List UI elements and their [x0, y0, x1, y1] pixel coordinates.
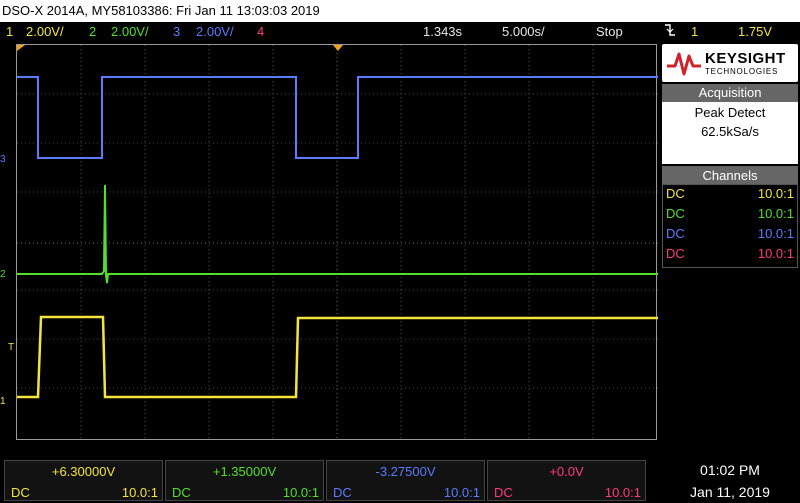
time-scale[interactable]: 5.000s/ [502, 22, 545, 42]
ch4-coupling: DC [494, 485, 513, 500]
waveform-display[interactable] [16, 44, 658, 441]
time-delay[interactable]: 1.343s [423, 22, 462, 42]
trigger-level-marker[interactable]: T [8, 343, 14, 353]
logo-sub: TECHNOLOGIES [705, 67, 779, 76]
logo-brand: KEYSIGHT [705, 50, 786, 67]
ch1-ratio: 10.0:1 [121, 485, 158, 500]
ch3-ground-marker[interactable]: 3 [0, 155, 6, 165]
channel-row-2[interactable]: DC 10.0:1 [666, 205, 794, 223]
ch4-ratio: 10.0:1 [604, 485, 641, 500]
ch4-number[interactable]: 4 [257, 22, 264, 42]
ch1-coupling: DC [11, 485, 30, 500]
channel-ratio: 10.0:1 [757, 206, 794, 221]
channel-ratio: 10.0:1 [757, 226, 794, 241]
falling-edge-trigger-icon [664, 22, 676, 44]
trigger-level[interactable]: 1.75V [738, 22, 772, 42]
trigger-channel[interactable]: 1 [691, 22, 698, 42]
channels-header[interactable]: Channels [662, 166, 798, 185]
channel-coupling: DC [666, 226, 685, 241]
ch2-coupling: DC [172, 485, 191, 500]
clock: 01:02 PM Jan 11, 2019 [662, 460, 798, 501]
ch1-ground-marker[interactable]: 1 [0, 397, 6, 407]
acquisition-mode: Peak Detect [694, 105, 766, 120]
left-edge-marker [17, 45, 25, 51]
run-state[interactable]: Stop [596, 22, 623, 42]
ch3-ratio: 10.0:1 [443, 485, 480, 500]
side-panel: KEYSIGHT TECHNOLOGIES Acquisition Peak D… [660, 44, 800, 440]
ch3-coupling: DC [333, 485, 352, 500]
acquisition-body[interactable]: Peak Detect 62.5kSa/s [662, 102, 798, 164]
channel-row-1[interactable]: DC 10.0:1 [666, 185, 794, 203]
window-title: DSO-X 2014A, MY58103386: Fri Jan 11 13:0… [0, 0, 800, 22]
channel-summary-bar: +6.30000V DC 10.0:1 +1.35000V DC 10.0:1 … [0, 458, 800, 503]
channel-status-bar: 1 2.00V/ 2 2.00V/ 3 2.00V/ 4 1.343s 5.00… [0, 22, 800, 42]
graticule-axes [17, 45, 658, 441]
channel-ratio: 10.0:1 [757, 246, 794, 261]
ch1-summary[interactable]: +6.30000V DC 10.0:1 [4, 460, 163, 501]
ch1-offset: +6.30000V [51, 464, 116, 479]
ch3-number[interactable]: 3 [173, 22, 180, 42]
ch3-offset: -3.27500V [375, 464, 436, 479]
ch2-summary[interactable]: +1.35000V DC 10.0:1 [165, 460, 324, 501]
trigger-position-marker [333, 45, 343, 51]
ch4-offset: +0.0V [549, 464, 584, 479]
ch3-summary[interactable]: -3.27500V DC 10.0:1 [326, 460, 485, 501]
channel-row-4[interactable]: DC 10.0:1 [666, 245, 794, 263]
ch1-number[interactable]: 1 [6, 22, 13, 42]
ch2-ratio: 10.0:1 [282, 485, 319, 500]
clock-date: Jan 11, 2019 [690, 484, 770, 500]
channel-coupling: DC [666, 206, 685, 221]
ch1-scale[interactable]: 2.00V/ [26, 22, 64, 42]
ch2-scale[interactable]: 2.00V/ [111, 22, 149, 42]
channel-row-3[interactable]: DC 10.0:1 [666, 225, 794, 243]
clock-time: 01:02 PM [700, 462, 760, 478]
waveform-grid [17, 45, 658, 441]
keysight-logo: KEYSIGHT TECHNOLOGIES [662, 44, 798, 82]
ch2-ground-marker[interactable]: 2 [0, 270, 6, 280]
ch4-summary[interactable]: +0.0V DC 10.0:1 [487, 460, 646, 501]
ch3-scale[interactable]: 2.00V/ [196, 22, 234, 42]
channels-list[interactable]: DC 10.0:1 DC 10.0:1 DC 10.0:1 DC 10.0:1 [662, 184, 798, 268]
ch2-number[interactable]: 2 [89, 22, 96, 42]
keysight-wave-icon [667, 52, 701, 76]
channel-coupling: DC [666, 246, 685, 261]
ch2-offset: +1.35000V [212, 464, 277, 479]
acquisition-header[interactable]: Acquisition [662, 84, 798, 102]
acquisition-rate: 62.5kSa/s [701, 124, 759, 139]
channel-coupling: DC [666, 186, 685, 201]
channel-ratio: 10.0:1 [757, 186, 794, 201]
